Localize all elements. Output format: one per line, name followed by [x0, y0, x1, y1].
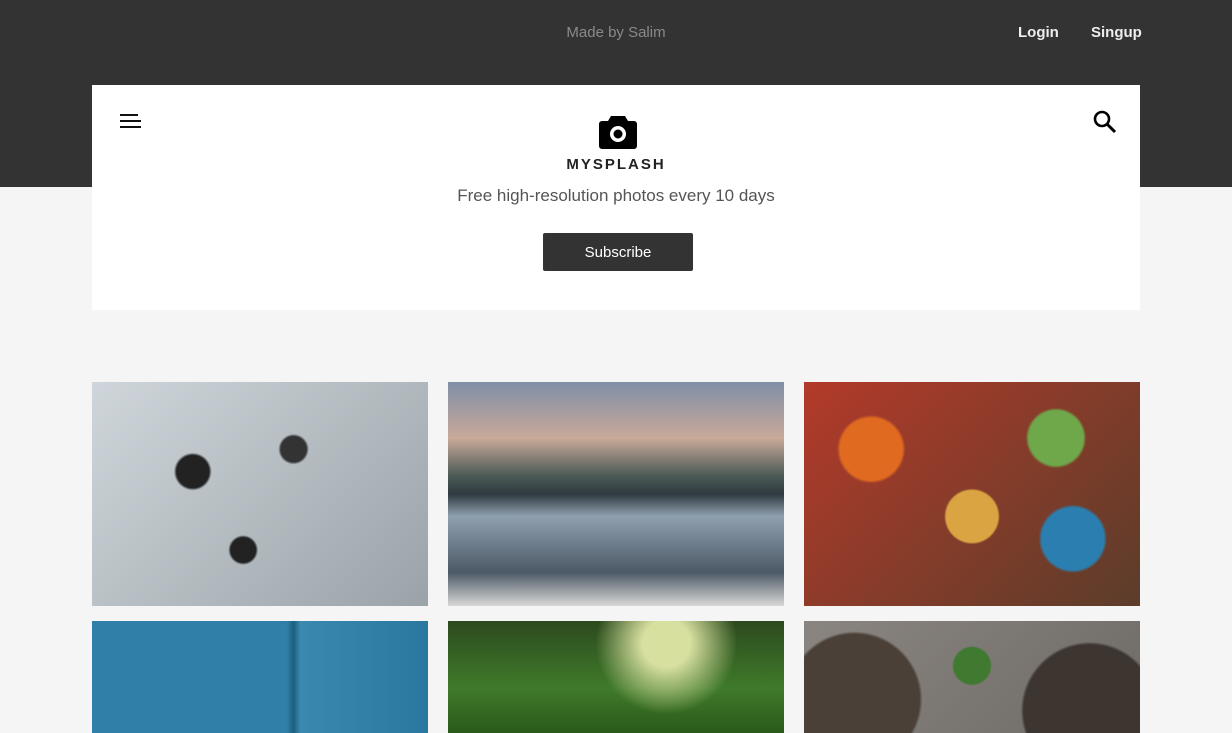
photo-people-walking[interactable]: [92, 382, 428, 606]
tagline: Free high-resolution photos every 10 day…: [457, 186, 775, 205]
photo-salad-plates[interactable]: [804, 621, 1140, 733]
photo-woman-lake[interactable]: [448, 382, 784, 606]
search-icon[interactable]: [1092, 109, 1118, 135]
signup-link[interactable]: Singup: [1091, 24, 1142, 41]
menu-icon[interactable]: [120, 114, 141, 130]
login-link[interactable]: Login: [1018, 24, 1059, 41]
header-card: MYSPLASH Free high-resolution photos eve…: [92, 85, 1140, 310]
photo-blue-wall[interactable]: [92, 621, 428, 733]
brand-name: MYSPLASH: [566, 156, 666, 173]
subscribe-button[interactable]: Subscribe: [543, 233, 693, 271]
camera-icon: [599, 116, 637, 149]
photo-forest[interactable]: [448, 621, 784, 733]
photo-food-flatlay[interactable]: [804, 382, 1140, 606]
